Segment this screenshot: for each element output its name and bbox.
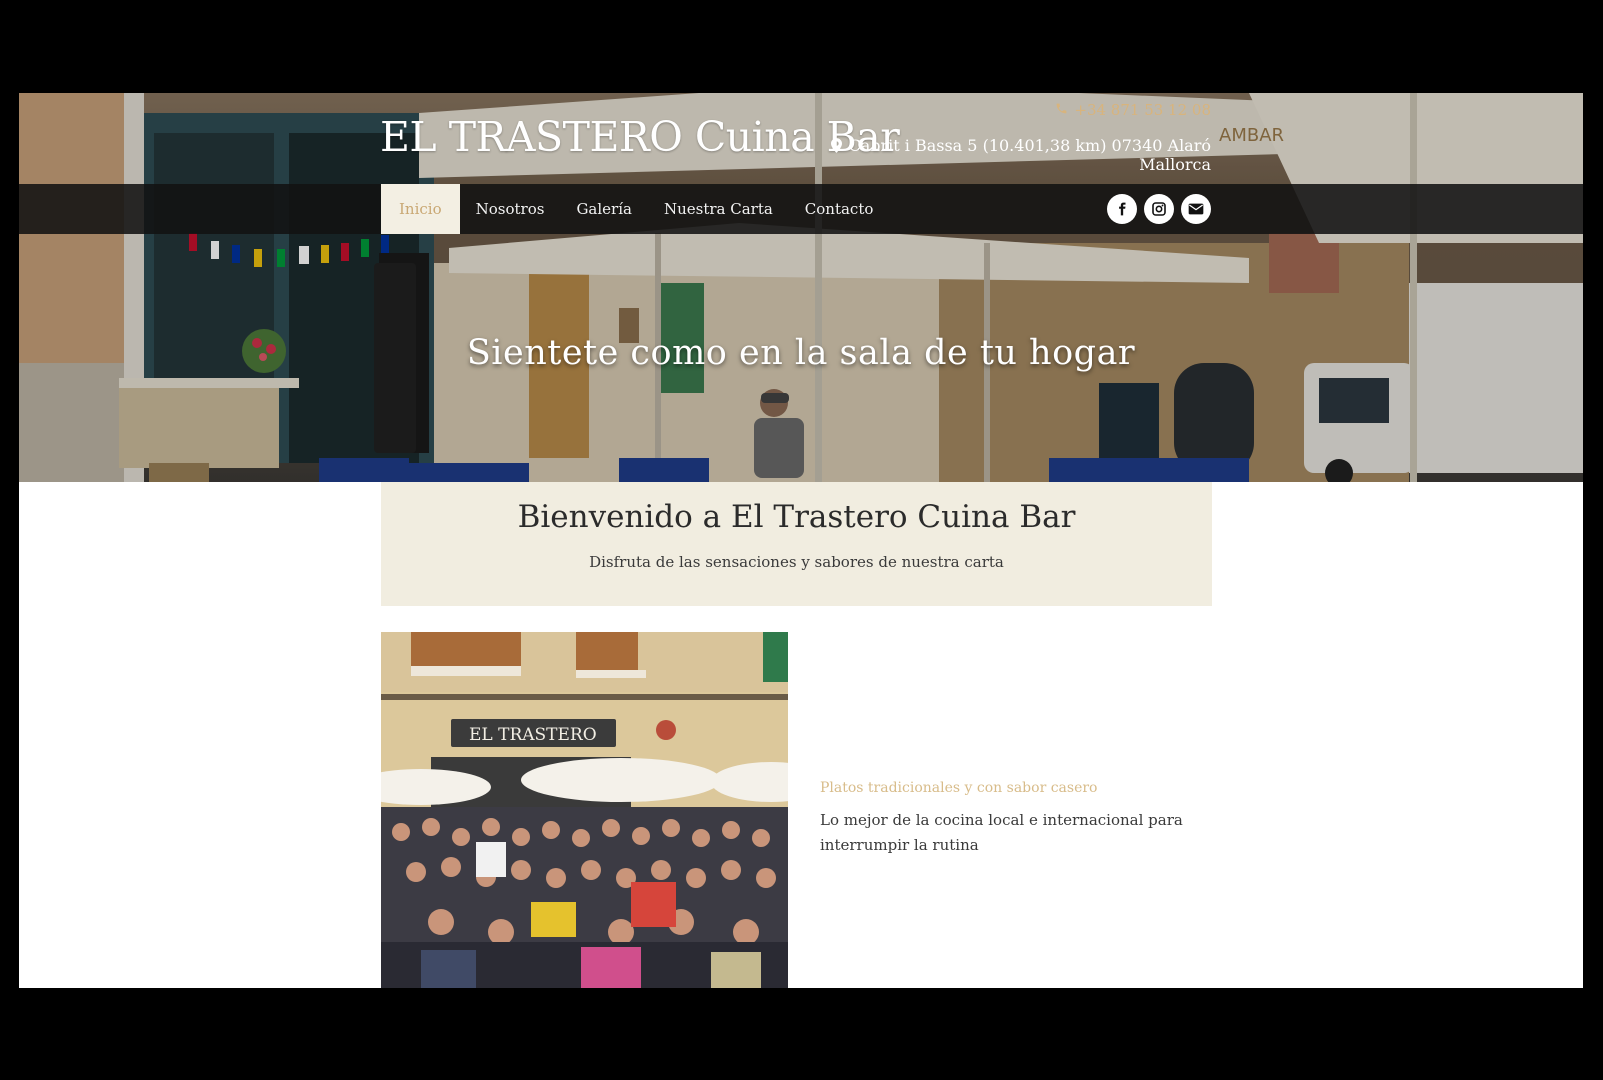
sign-el-trastero: EL TRASTERO: [469, 725, 597, 745]
address-line2: Mallorca: [1139, 155, 1211, 174]
nav-item-inicio[interactable]: Inicio: [381, 184, 460, 234]
facebook-icon[interactable]: [1107, 194, 1137, 224]
map-marker-icon: [831, 136, 843, 174]
instagram-icon[interactable]: [1144, 194, 1174, 224]
feature-text: Lo mejor de la cocina local e internacio…: [820, 811, 1183, 854]
nav-item-galeria[interactable]: Galería: [560, 184, 648, 234]
nav-item-nuestra-carta[interactable]: Nuestra Carta: [648, 184, 789, 234]
group-photo-image: EL TRASTERO: [381, 632, 788, 988]
site-logo[interactable]: EL TRASTERO Cuina Bar: [380, 117, 900, 158]
social-links: [1107, 194, 1211, 224]
welcome-title: Bienvenido a El Trastero Cuina Bar: [517, 499, 1076, 535]
welcome-subtitle: Disfruta de las sensaciones y sabores de…: [589, 553, 1004, 571]
feature-heading: Platos tradicionales y con sabor casero: [820, 780, 1098, 796]
phone-icon: [1055, 101, 1068, 119]
phone-number: +34 871 53 12 08: [1074, 101, 1211, 119]
main-navbar: Inicio Nosotros Galería Nuestra Carta Co…: [19, 184, 1583, 234]
hero-tagline: Sientete como en la sala de tu hogar: [466, 333, 1136, 373]
browser-page: AMBAR EL TRASTERO Cuina Bar +34 871 53 1…: [19, 93, 1583, 988]
nav-item-contacto[interactable]: Contacto: [789, 184, 890, 234]
phone-contact[interactable]: +34 871 53 12 08: [831, 101, 1211, 119]
main-nav: Inicio Nosotros Galería Nuestra Carta Co…: [381, 184, 889, 234]
address-line1: Cabrit i Bassa 5 (10.401,38 km) 07340 Al…: [848, 136, 1211, 155]
group-photo: EL TRASTERO: [381, 632, 788, 988]
welcome-section: Bienvenido a El Trastero Cuina Bar Disfr…: [381, 482, 1212, 606]
envelope-icon[interactable]: [1181, 194, 1211, 224]
address: Cabrit i Bassa 5 (10.401,38 km) 07340 Al…: [831, 136, 1211, 174]
contact-info: +34 871 53 12 08 Cabrit i Bassa 5 (10.40…: [831, 101, 1211, 174]
nav-item-nosotros[interactable]: Nosotros: [460, 184, 561, 234]
hero-banner: AMBAR EL TRASTERO Cuina Bar +34 871 53 1…: [19, 93, 1583, 482]
feature-block: Platos tradicionales y con sabor casero …: [820, 780, 1200, 858]
